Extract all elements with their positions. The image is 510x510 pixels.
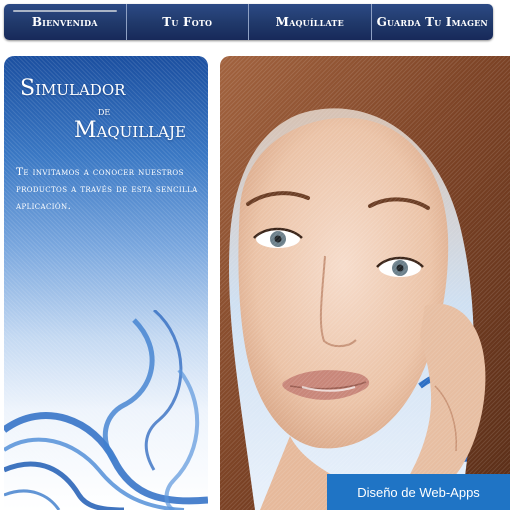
title-line-de: de: [98, 105, 111, 118]
decorative-swirls: [4, 310, 208, 510]
title-line-maquillaje: Maquillaje: [74, 118, 186, 143]
main-nav: Bienvenida Tu Foto Maquíllate Guarda Tu …: [4, 4, 493, 40]
intro-panel: Simulador de Maquillaje Te invitamos a c…: [4, 56, 208, 510]
nav-tab-tu-foto[interactable]: Tu Foto: [126, 4, 249, 40]
title-line-simulador: Simulador: [20, 76, 126, 101]
nav-tab-bienvenida[interactable]: Bienvenida: [4, 4, 127, 40]
model-face-illustration: [220, 56, 510, 510]
web-apps-credit-button[interactable]: Diseño de Web-Apps: [327, 474, 510, 510]
nav-tab-guarda-tu-imagen[interactable]: Guarda Tu Imagen: [371, 4, 493, 40]
model-photo: [220, 56, 510, 510]
intro-description: Te invitamos a conocer nuestros producto…: [16, 166, 198, 212]
nav-tab-maquillate[interactable]: Maquíllate: [249, 4, 372, 40]
